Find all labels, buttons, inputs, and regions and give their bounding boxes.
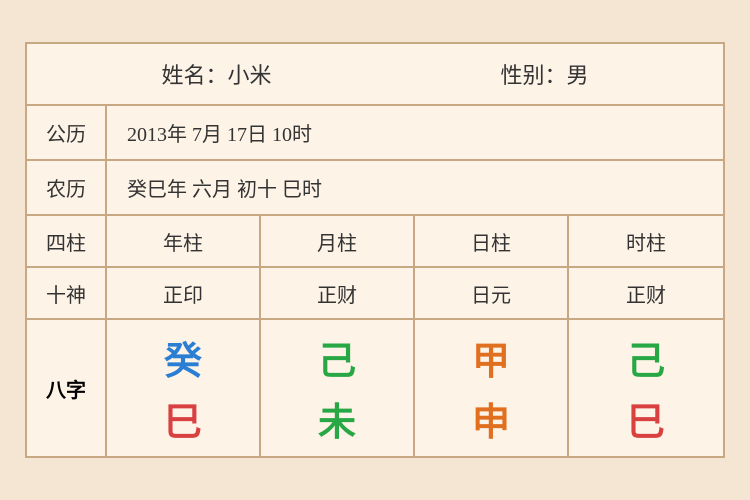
bazi-year-top: 癸 — [164, 330, 202, 385]
name-label: 姓名：小米 — [161, 58, 271, 90]
bazi-year-bottom: 巳 — [164, 391, 202, 446]
bazi-day-bottom: 申 — [472, 391, 510, 446]
bazi-row: 八字 癸 巳 己 未 甲 申 己 巳 — [27, 320, 723, 456]
bazi-hour-bottom: 巳 — [627, 391, 665, 446]
header-row: 姓名：小米 性别：男 — [27, 44, 723, 106]
bazi-day-cell: 甲 申 — [415, 320, 569, 456]
bazi-hour-top: 己 — [627, 330, 665, 385]
lunar-row: 农历 癸巳年 六月 初十 巳时 — [27, 161, 723, 216]
columns-row: 四柱 年柱 月柱 日柱 时柱 — [27, 216, 723, 268]
solar-label: 公历 — [27, 106, 107, 159]
bazi-month-cell: 己 未 — [261, 320, 415, 456]
shishen-year: 正印 — [107, 268, 261, 318]
shishen-day: 日元 — [415, 268, 569, 318]
month-column-header: 月柱 — [261, 216, 415, 266]
columns-label: 四柱 — [27, 216, 107, 266]
solar-value: 2013年 7月 17日 10时 — [107, 106, 723, 159]
shishen-hour: 正财 — [569, 268, 723, 318]
shishen-label: 十神 — [27, 268, 107, 318]
solar-row: 公历 2013年 7月 17日 10时 — [27, 106, 723, 161]
bazi-label: 八字 — [27, 320, 107, 456]
shishen-row: 十神 正印 正财 日元 正财 — [27, 268, 723, 320]
hour-column-header: 时柱 — [569, 216, 723, 266]
day-column-header: 日柱 — [415, 216, 569, 266]
bazi-hour-cell: 己 巳 — [569, 320, 723, 456]
main-container: 姓名：小米 性别：男 公历 2013年 7月 17日 10时 农历 癸巳年 六月… — [25, 42, 725, 458]
gender-label: 性别：男 — [500, 58, 588, 90]
bazi-month-bottom: 未 — [318, 391, 356, 446]
bazi-day-top: 甲 — [472, 330, 510, 385]
lunar-value: 癸巳年 六月 初十 巳时 — [107, 161, 723, 214]
year-column-header: 年柱 — [107, 216, 261, 266]
bazi-year-cell: 癸 巳 — [107, 320, 261, 456]
bazi-month-top: 己 — [318, 330, 356, 385]
shishen-month: 正财 — [261, 268, 415, 318]
lunar-label: 农历 — [27, 161, 107, 214]
